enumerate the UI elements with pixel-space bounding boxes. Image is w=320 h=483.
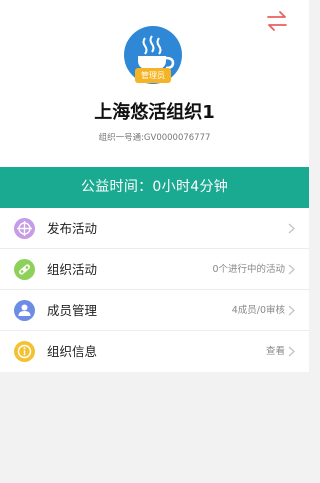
chevron-right-icon [288,223,295,234]
menu-item-label: 发布活动 [47,221,98,236]
menu-item-member-management[interactable]: 成员管理 4成员/0审核 [0,290,309,331]
organization-id: 组织一号通:GV0000076777 [98,133,211,143]
organization-info-icon [14,341,35,362]
menu-item-organize-activity[interactable]: 组织活动 0个进行中的活动 [0,249,309,290]
organize-activity-icon [14,259,35,280]
chevron-right-icon [288,264,295,275]
menu-item-label: 成员管理 [47,303,98,318]
chevron-right-icon [288,305,295,316]
chevron-right-icon [288,346,295,357]
organization-menu: 发布活动 组织活动 0个进行中的活动 成员管理 4成员/0审核 组织信息 查看 [0,208,309,372]
menu-item-value: 4成员/0审核 [231,305,285,316]
volunteer-time-banner: 公益时间：0小时4分钟 [0,167,309,208]
menu-item-organization-info[interactable]: 组织信息 查看 [0,331,309,372]
menu-item-label: 组织信息 [47,344,98,359]
switch-arrows-icon[interactable] [265,10,289,32]
organization-name: 上海悠活组织1 [94,102,215,123]
menu-item-publish-activity[interactable]: 发布活动 [0,208,309,249]
menu-item-label: 组织活动 [47,262,98,277]
admin-role-badge: 管理员 [135,68,171,83]
publish-activity-icon [14,218,35,239]
empty-background-area [0,372,309,483]
member-management-icon [14,300,35,321]
menu-item-value: 查看 [265,346,285,357]
organization-header: 管理员 上海悠活组织1 组织一号通:GV0000076777 [0,0,309,167]
menu-item-value: 0个进行中的活动 [212,264,285,275]
